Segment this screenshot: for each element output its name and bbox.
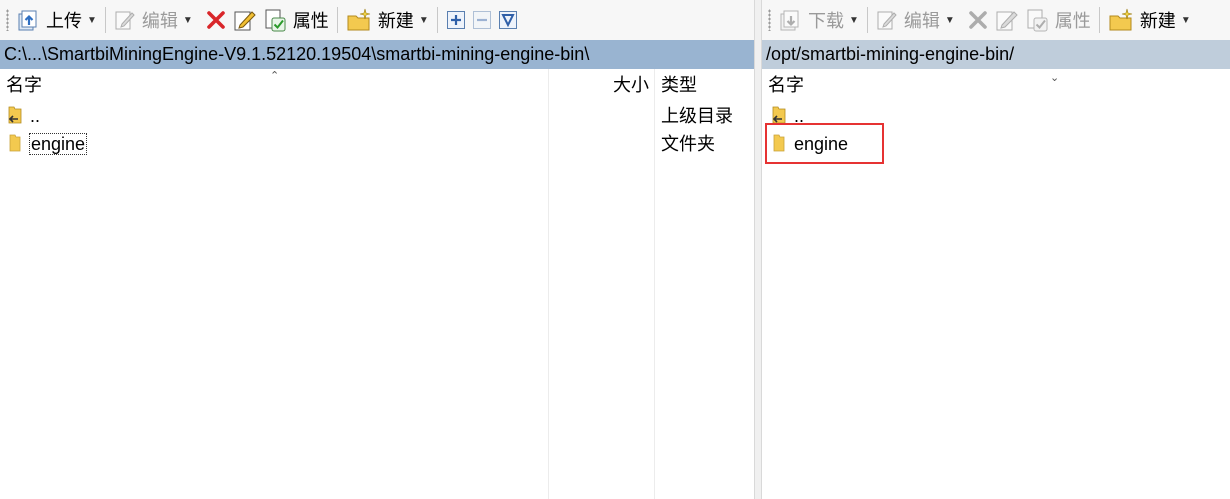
edit-label: 编辑 xyxy=(903,11,940,31)
file-size xyxy=(555,129,647,157)
edit-dropdown-icon[interactable]: ▼ xyxy=(183,15,193,26)
properties-label: 属性 xyxy=(292,11,329,31)
toolbar-separator xyxy=(866,7,868,33)
local-path-bar[interactable]: C:\...\SmartbiMiningEngine-V9.1.52120.19… xyxy=(0,40,756,69)
properties-icon xyxy=(1027,9,1048,32)
remote-column-header: 名字 ⌄ xyxy=(762,69,1230,99)
column-size-header[interactable]: 大小 xyxy=(549,69,653,99)
properties-icon xyxy=(265,9,286,32)
sort-descending-icon: ⌄ xyxy=(1050,72,1060,84)
column-name-label: 名字 xyxy=(768,75,804,95)
plus-icon xyxy=(446,11,465,29)
folder-icon xyxy=(9,134,21,152)
download-label: 下载 xyxy=(808,11,844,31)
new-label: 新建 xyxy=(1139,11,1176,31)
filter-button[interactable] xyxy=(495,4,521,36)
upload-dropdown-icon[interactable]: ▼ xyxy=(87,15,97,26)
download-dropdown-icon[interactable]: ▼ xyxy=(849,15,859,26)
upload-label: 上传 xyxy=(46,11,82,31)
toolbar-separator xyxy=(1098,7,1100,33)
new-dropdown-icon[interactable]: ▼ xyxy=(1181,15,1191,26)
local-pane: 上传 ▼ 编辑 ▼ 属性 新建 ▼ C:\...\SmartbiMiningEn… xyxy=(0,0,756,499)
edit-button[interactable]: 编辑 ▼ xyxy=(873,4,958,36)
download-button[interactable]: 下载 ▼ xyxy=(775,4,862,36)
toolbar-separator xyxy=(336,7,338,33)
remote-pane: 下载 ▼ 编辑 ▼ 属性 新建 ▼ /opt/smartbi-mining-en… xyxy=(762,0,1230,499)
toolbar-separator xyxy=(104,7,106,33)
parent-folder-icon xyxy=(772,106,786,124)
toolbar-separator xyxy=(436,7,438,33)
new-button[interactable]: 新建 ▼ xyxy=(343,4,432,36)
edit-dropdown-icon[interactable]: ▼ xyxy=(945,15,955,26)
list-item-engine[interactable]: engine 文件夹 xyxy=(0,129,756,157)
delete-button[interactable] xyxy=(964,4,992,36)
sort-ascending-icon: ⌃ xyxy=(270,70,280,82)
file-type: 上级目录 xyxy=(661,106,733,126)
upload-icon xyxy=(18,10,37,31)
rename-icon xyxy=(996,11,1018,31)
new-button[interactable]: 新建 ▼ xyxy=(1105,4,1194,36)
new-folder-icon xyxy=(1109,8,1132,31)
new-label: 新建 xyxy=(377,11,414,31)
rename-button[interactable] xyxy=(992,4,1022,36)
parent-folder-icon xyxy=(8,106,22,124)
toolbar-grip[interactable] xyxy=(6,9,9,31)
download-icon xyxy=(780,10,799,31)
unselect-files-button[interactable] xyxy=(469,4,495,36)
file-name: engine xyxy=(28,133,88,155)
upload-button[interactable]: 上传 ▼ xyxy=(13,4,100,36)
minus-icon xyxy=(472,11,491,29)
toolbar-grip[interactable] xyxy=(768,9,771,31)
edit-button[interactable]: 编辑 ▼ xyxy=(111,4,196,36)
delete-button[interactable] xyxy=(202,4,230,36)
properties-label: 属性 xyxy=(1054,11,1091,31)
column-type-header[interactable]: 类型 xyxy=(655,69,754,99)
edit-label: 编辑 xyxy=(141,11,178,31)
local-column-header: 名字 ⌃ 大小 类型 xyxy=(0,69,756,99)
pane-splitter[interactable] xyxy=(754,0,762,499)
column-name-header[interactable]: 名字 xyxy=(762,69,1230,99)
edit-icon xyxy=(877,11,897,30)
local-file-list[interactable]: .. 上级目录 engine 文件夹 xyxy=(0,99,756,499)
new-dropdown-icon[interactable]: ▼ xyxy=(419,15,429,26)
edit-icon xyxy=(115,11,135,30)
column-size-label: 大小 xyxy=(613,75,649,95)
remote-path-bar[interactable]: /opt/smartbi-mining-engine-bin/ xyxy=(762,40,1230,69)
properties-button[interactable]: 属性 xyxy=(1022,4,1094,36)
rename-button[interactable] xyxy=(230,4,260,36)
rename-icon xyxy=(234,11,256,31)
file-type: 文件夹 xyxy=(661,134,715,154)
delete-icon xyxy=(207,11,225,29)
file-name: .. xyxy=(30,106,41,126)
remote-toolbar: 下载 ▼ 编辑 ▼ 属性 新建 ▼ xyxy=(762,0,1230,40)
delete-icon xyxy=(969,11,987,29)
column-type-label: 类型 xyxy=(661,75,697,95)
properties-button[interactable]: 属性 xyxy=(260,4,332,36)
filter-icon xyxy=(498,11,517,29)
local-toolbar: 上传 ▼ 编辑 ▼ 属性 新建 ▼ xyxy=(0,0,756,40)
new-folder-icon xyxy=(347,8,370,31)
select-files-button[interactable] xyxy=(443,4,469,36)
file-size xyxy=(555,101,647,129)
column-name-label: 名字 xyxy=(6,75,42,95)
highlight-box xyxy=(765,123,884,164)
list-item-parent[interactable]: .. 上级目录 xyxy=(0,101,756,129)
